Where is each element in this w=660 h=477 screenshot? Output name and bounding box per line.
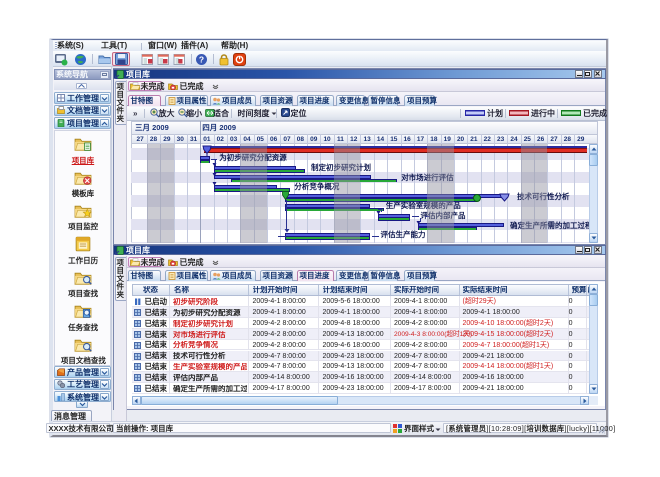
- svg-text:?: ?: [199, 54, 204, 64]
